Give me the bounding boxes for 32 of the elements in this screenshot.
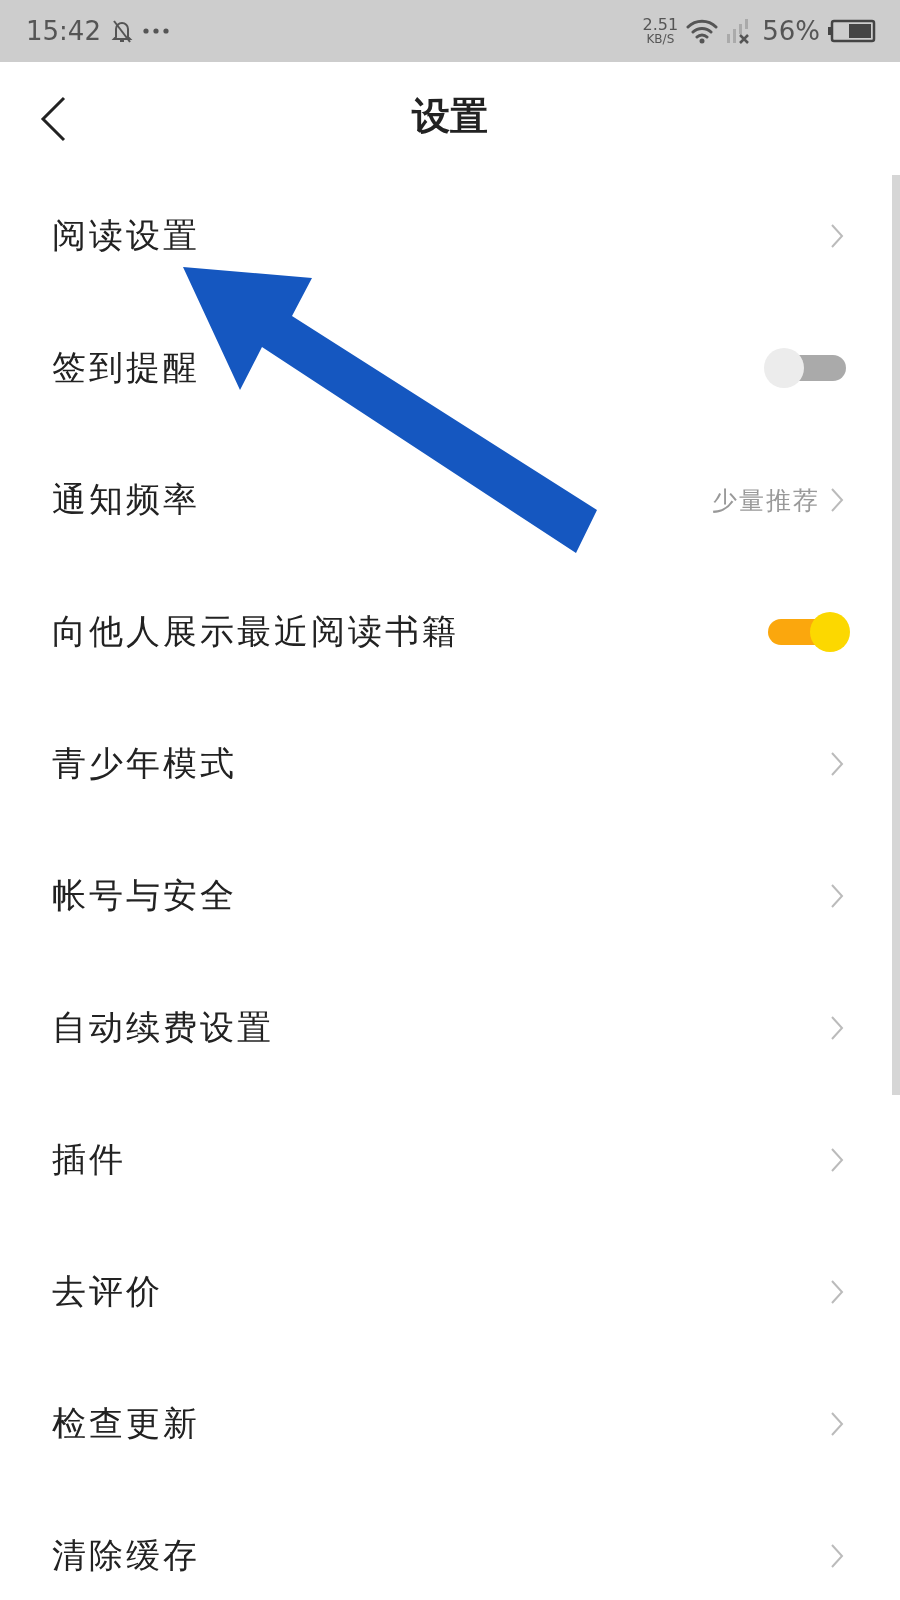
setting-label: 插件 [52,1140,127,1180]
clock: 15:42 [26,16,101,46]
setting-value: 少量推荐 [712,485,820,516]
setting-label: 签到提醒 [52,348,201,388]
chevron-right-icon[interactable] [830,487,844,513]
setting-label: 向他人展示最近阅读书籍 [52,612,460,652]
setting-label: 去评价 [52,1272,164,1312]
setting-label: 检查更新 [52,1404,201,1444]
setting-label: 帐号与安全 [52,876,238,916]
setting-label: 自动续费设置 [52,1008,275,1048]
more-icon [142,28,169,34]
chevron-right-icon[interactable] [830,1015,844,1041]
scrollbar[interactable] [892,175,900,1095]
chevron-right-icon[interactable] [830,1543,844,1569]
setting-label: 阅读设置 [52,216,201,256]
network-speed: 2.51 [642,17,679,33]
setting-label: 清除缓存 [52,1536,201,1576]
chevron-right-icon[interactable] [830,223,844,249]
bell-off-icon [110,18,133,44]
page-title: 设置 [412,93,488,139]
battery-icon [828,19,876,43]
back-icon[interactable] [40,96,66,142]
chevron-right-icon[interactable] [830,1411,844,1437]
chevron-right-icon[interactable] [830,751,844,777]
wifi-icon [686,18,719,44]
setting-label: 通知频率 [52,480,201,520]
setting-label: 青少年模式 [52,744,238,784]
chevron-right-icon[interactable] [830,1147,844,1173]
speed-unit: KB/S [646,33,675,45]
battery-percent: 56% [762,16,820,46]
chevron-right-icon[interactable] [830,1279,844,1305]
chevron-right-icon[interactable] [830,883,844,909]
